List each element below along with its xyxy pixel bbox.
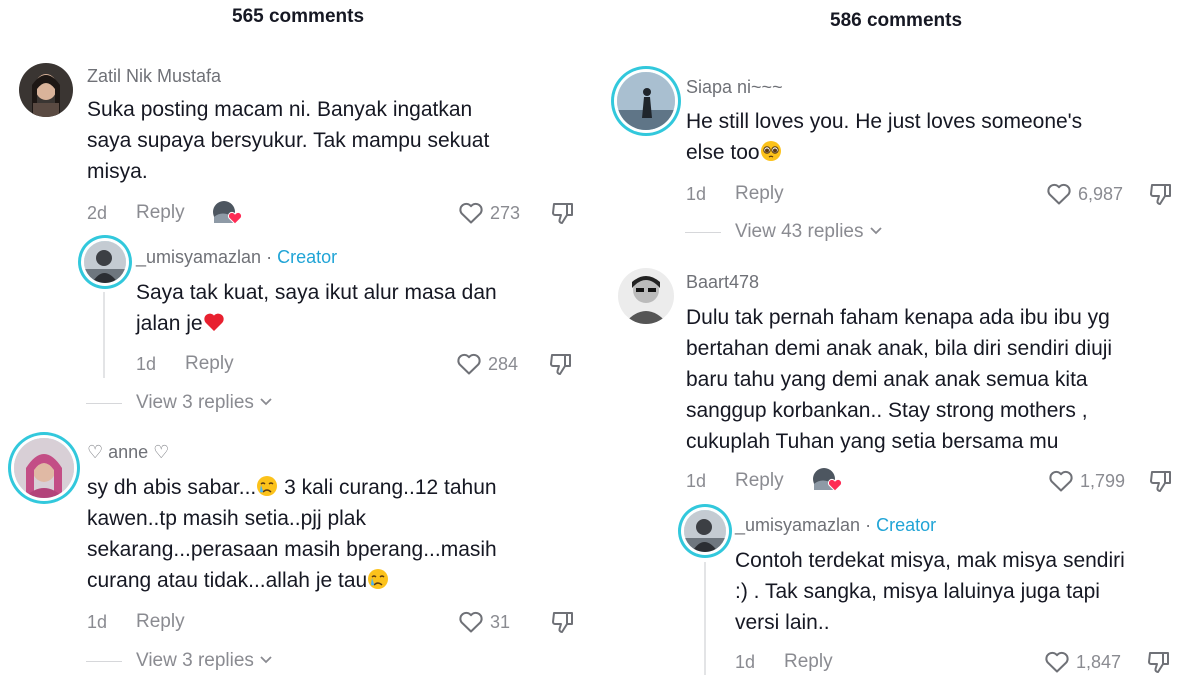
avatar[interactable] (618, 268, 674, 324)
comment-count: 586 comments (830, 10, 963, 31)
heart-outline-icon[interactable] (1046, 182, 1072, 211)
reply-button[interactable]: Reply (136, 202, 185, 224)
comment-time: 1d (686, 471, 707, 491)
comments-panel-right: 586 comments Siapa ni~~~ He still loves … (600, 0, 1200, 675)
heart-outline-icon[interactable] (456, 352, 482, 381)
dislike-icon[interactable] (1146, 649, 1172, 680)
comment-username[interactable]: ♡ anne ♡ (87, 442, 169, 463)
avatar[interactable] (617, 72, 675, 130)
dislike-icon[interactable] (548, 351, 574, 382)
chevron-down-icon (870, 227, 882, 235)
reply-text: Saya tak kuat, saya ikut alur masa dan j… (136, 281, 497, 335)
creator-liked-avatar-icon (812, 467, 844, 498)
red-heart-emoji-icon (203, 313, 224, 331)
view-replies-button[interactable]: View 3 replies (136, 650, 273, 672)
dislike-icon[interactable] (550, 609, 576, 640)
view-replies-button[interactable]: View 43 replies (735, 221, 883, 243)
creator-badge: Creator (876, 515, 937, 535)
chevron-down-icon (260, 656, 272, 664)
comment-username[interactable]: Zatil Nik Mustafa (87, 66, 221, 87)
crying-face-emoji-icon (257, 476, 278, 496)
reply-button[interactable]: Reply (735, 183, 784, 205)
comment-text: Suka posting macam ni. Banyak ingatkan s… (87, 98, 490, 183)
heart-outline-icon[interactable] (458, 201, 484, 230)
avatar[interactable] (14, 438, 74, 498)
reply-button[interactable]: Reply (784, 651, 833, 673)
heart-outline-icon[interactable] (458, 610, 484, 639)
comments-panel-left: 565 comments Zatil Nik Mustafa Suka post… (0, 0, 600, 675)
view-replies-button[interactable]: View 3 replies (136, 392, 273, 414)
like-count: 31 (490, 612, 511, 632)
dislike-icon[interactable] (1148, 181, 1174, 212)
like-count: 1,847 (1076, 652, 1122, 672)
reply-button[interactable]: Reply (185, 353, 234, 375)
reply-time: 1d (136, 354, 157, 374)
dislike-icon[interactable] (1148, 468, 1174, 499)
divider (685, 232, 721, 233)
crying-face-emoji-icon (368, 569, 389, 589)
thread-line (704, 562, 706, 675)
comment-count: 565 comments (232, 6, 365, 27)
avatar[interactable] (19, 63, 73, 117)
creator-badge: Creator (277, 247, 338, 267)
comment-time: 2d (87, 203, 108, 223)
comment-text: He still loves you. He just loves someon… (686, 110, 1083, 164)
like-count: 273 (490, 203, 521, 223)
reply-username[interactable]: _umisyamazlan · Creator (136, 247, 337, 268)
comment-text: sy dh abis sabar... 3 kali curang..12 ta… (87, 476, 497, 592)
divider (86, 661, 122, 662)
creator-avatar[interactable] (84, 241, 126, 283)
like-count: 6,987 (1078, 184, 1124, 204)
dislike-icon[interactable] (550, 200, 576, 231)
comment-text: Dulu tak pernah faham kenapa ada ibu ibu… (686, 306, 1113, 453)
chevron-down-icon (260, 398, 272, 406)
creator-avatar[interactable] (684, 510, 726, 552)
reply-text: Contoh terdekat misya, mak misya sendiri… (735, 549, 1125, 634)
comment-time: 1d (686, 184, 707, 204)
comment-time: 1d (87, 612, 108, 632)
divider (86, 403, 122, 404)
reply-button[interactable]: Reply (735, 470, 784, 492)
comment-username[interactable]: Siapa ni~~~ (686, 77, 783, 98)
reply-time: 1d (735, 652, 756, 672)
reply-button[interactable]: Reply (136, 611, 185, 633)
pleading-face-emoji-icon (760, 141, 781, 161)
like-count: 1,799 (1080, 471, 1126, 491)
creator-liked-avatar-icon (212, 200, 244, 231)
like-count: 284 (488, 354, 519, 374)
reply-username[interactable]: _umisyamazlan · Creator (735, 515, 936, 536)
thread-line (103, 292, 105, 378)
heart-outline-icon[interactable] (1048, 469, 1074, 498)
comment-username[interactable]: Baart478 (686, 272, 759, 293)
